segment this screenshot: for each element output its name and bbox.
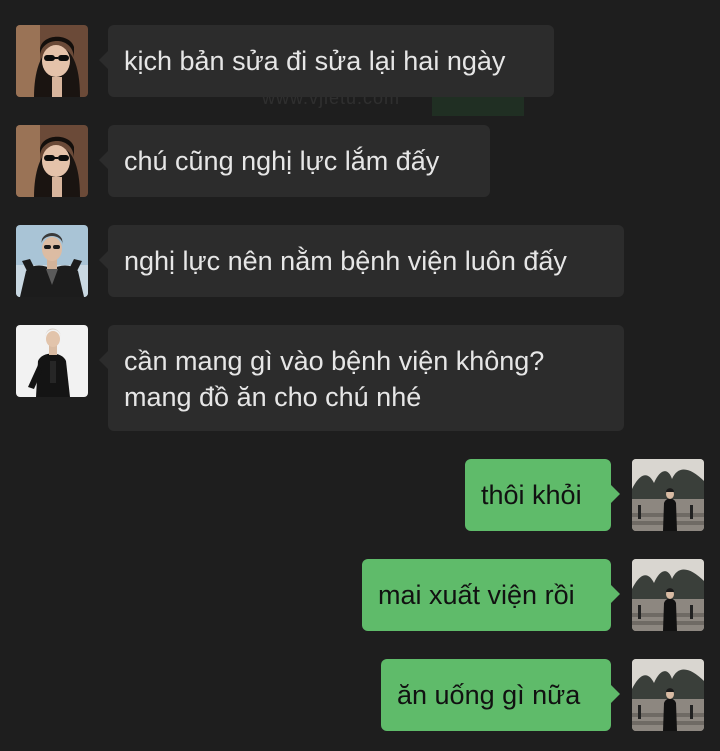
message-bubble[interactable]: thôi khỏi [465, 459, 620, 531]
message-text: kịch bản sửa đi sửa lại hai ngày [124, 46, 506, 76]
message-bubble[interactable]: cần mang gì vào bệnh viện không? mang đồ… [99, 325, 624, 431]
message-text-line: cần mang gì vào bệnh viện không? [124, 346, 545, 376]
avatar[interactable] [16, 325, 88, 397]
avatar[interactable] [632, 559, 704, 631]
message-text: mai xuất viện rồi [378, 580, 575, 610]
avatar[interactable] [16, 25, 88, 97]
avatar-man-street-icon [632, 459, 704, 531]
chat-window: 微截图 www.vjietu.com kịch bản sửa đi sửa l… [0, 0, 720, 751]
message-bubble[interactable]: nghị lực nên nằm bệnh viện luôn đấy [99, 225, 624, 297]
avatar-man-white-bg-icon [16, 325, 88, 397]
message-bubble[interactable]: ăn uống gì nữa [381, 659, 620, 731]
message-bubble[interactable]: mai xuất viện rồi [362, 559, 620, 631]
avatar[interactable] [16, 125, 88, 197]
message-bubble[interactable]: chú cũng nghị lực lắm đấy [99, 125, 490, 197]
message-text: ăn uống gì nữa [397, 680, 581, 710]
message-text: nghị lực nên nằm bệnh viện luôn đấy [124, 246, 567, 276]
message-bubble[interactable]: kịch bản sửa đi sửa lại hai ngày [99, 25, 554, 97]
message-text: thôi khỏi [481, 480, 582, 510]
avatar[interactable] [632, 659, 704, 731]
avatar-man-dark-jacket-icon [16, 225, 88, 297]
message-text: chú cũng nghị lực lắm đấy [124, 146, 440, 176]
avatar-girl-sunglasses-icon [16, 125, 88, 197]
avatar[interactable] [16, 225, 88, 297]
message-text-line: mang đồ ăn cho chú nhé [124, 382, 422, 412]
avatar-man-street-icon [632, 659, 704, 731]
avatar[interactable] [632, 459, 704, 531]
avatar-man-street-icon [632, 559, 704, 631]
avatar-girl-sunglasses-icon [16, 25, 88, 97]
